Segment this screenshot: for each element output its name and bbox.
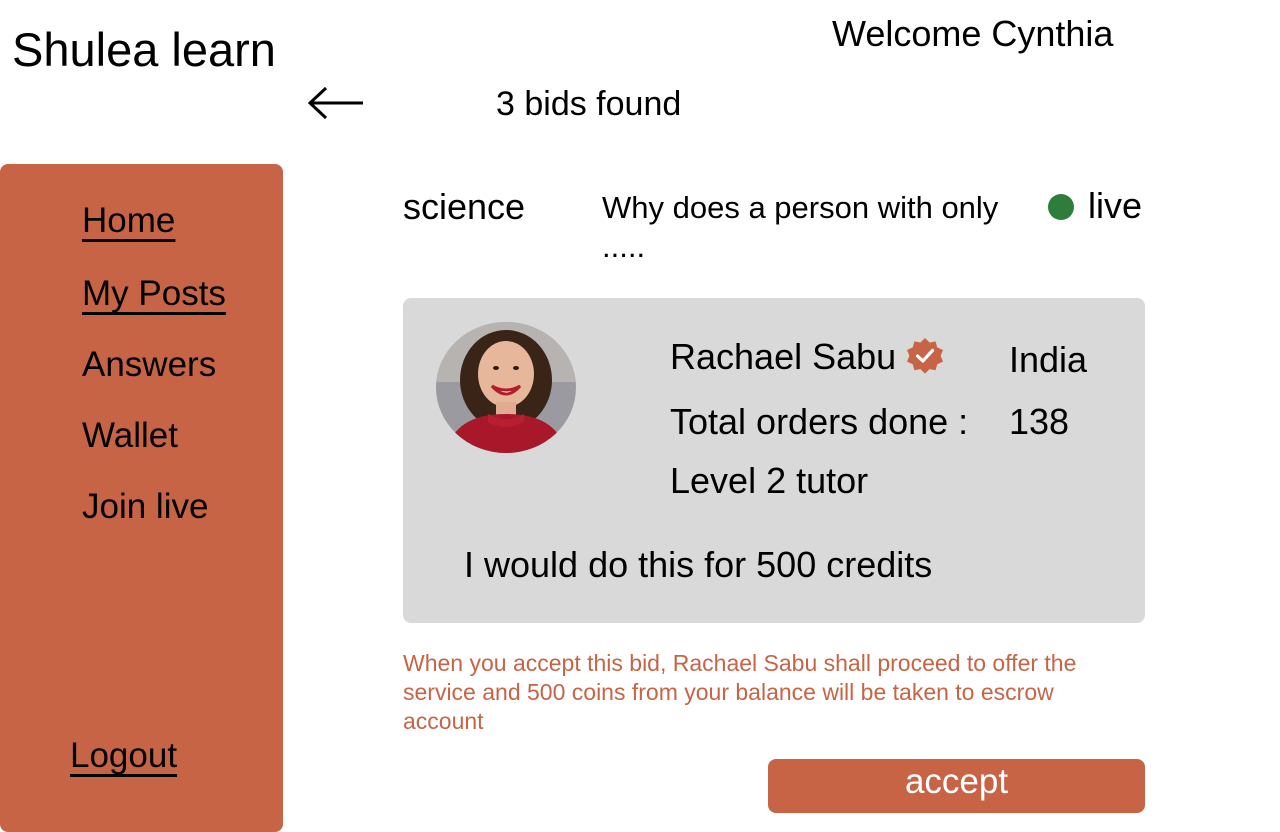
sidebar: Home My Posts Answers Wallet Join live L… bbox=[0, 164, 283, 832]
accept-button[interactable]: accept bbox=[768, 759, 1145, 813]
tutor-name[interactable]: Rachael Sabu bbox=[670, 335, 896, 379]
sidebar-item-answers[interactable]: Answers bbox=[82, 344, 216, 386]
tutor-photo bbox=[436, 322, 576, 453]
welcome-message: Welcome Cynthia bbox=[832, 13, 1114, 54]
tutor-avatar[interactable] bbox=[436, 322, 576, 453]
orders-count: 138 bbox=[1009, 401, 1070, 442]
tutor-level: Level 2 tutor bbox=[670, 460, 869, 501]
sidebar-item-join-live[interactable]: Join live bbox=[82, 486, 208, 528]
sidebar-item-wallet[interactable]: Wallet bbox=[82, 415, 178, 457]
live-status-dot-icon bbox=[1048, 194, 1074, 220]
app-title: Shulea learn bbox=[12, 23, 276, 76]
back-button[interactable] bbox=[306, 84, 366, 122]
live-status-label: live bbox=[1088, 185, 1143, 226]
sidebar-item-my-posts[interactable]: My Posts bbox=[82, 273, 226, 315]
bids-count: 3 bids found bbox=[496, 85, 682, 123]
sidebar-item-home[interactable]: Home bbox=[82, 200, 175, 242]
verified-badge-icon bbox=[907, 338, 943, 374]
tutor-country: India bbox=[1009, 339, 1088, 380]
bid-offer: I would do this for 500 credits bbox=[464, 544, 933, 585]
escrow-notice: When you accept this bid, Rachael Sabu s… bbox=[403, 650, 1077, 734]
arrow-left-icon bbox=[307, 86, 363, 120]
bid-card: Rachael Sabu India Total orders done : 1… bbox=[403, 298, 1145, 623]
orders-label: Total orders done : bbox=[670, 401, 969, 442]
post-question[interactable]: Why does a person with only ..... bbox=[602, 188, 1022, 266]
logout-link[interactable]: Logout bbox=[70, 735, 177, 777]
post-subject: science bbox=[403, 186, 526, 227]
